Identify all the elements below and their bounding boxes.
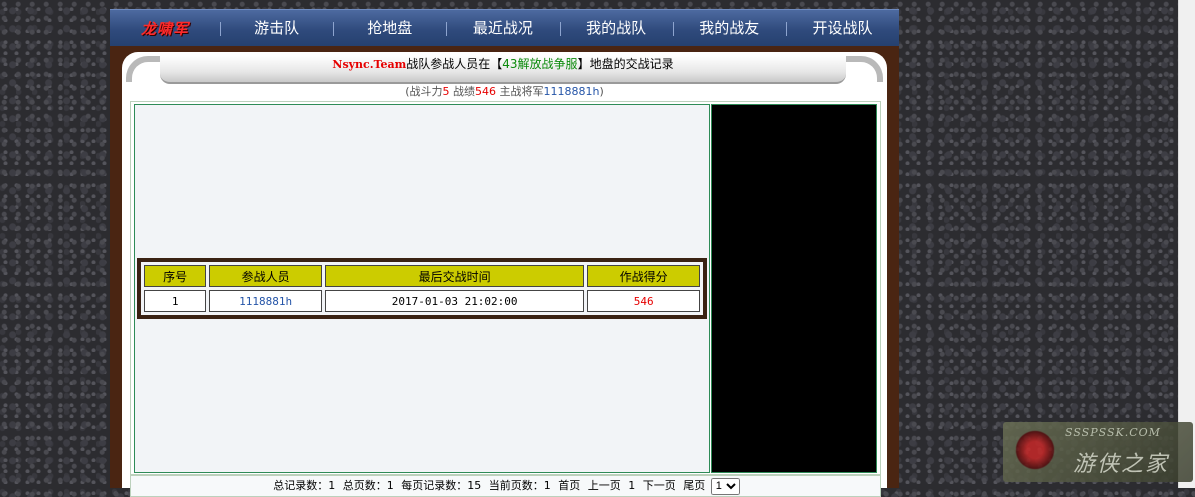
col-header-member: 参战人员 [209, 265, 322, 287]
cell-no: 1 [144, 290, 207, 312]
nav-item-my-comrades[interactable]: 我的战友 [672, 10, 786, 47]
table-header-row: 序号 参战人员 最后交战时间 作战得分 [144, 265, 700, 287]
team-name-link[interactable]: Nsync.Team [332, 58, 406, 71]
header-hook-left [126, 56, 164, 82]
server-name-link[interactable]: 43解放战争服 [502, 57, 577, 71]
total-pages: 总页数：1 [342, 479, 394, 492]
nav-item-create-team[interactable]: 开设战队 [785, 10, 899, 47]
cell-time: 2017-01-03 21:02:00 [324, 290, 585, 312]
watermark-domain: SSSPSSK.COM [1065, 426, 1161, 439]
stats-close: ) [599, 85, 604, 98]
record-value: 546 [475, 85, 497, 98]
current-page: 当前页数：1 [488, 479, 551, 492]
general-value[interactable]: 1118881h [544, 85, 600, 98]
power-value: 5 [442, 85, 450, 98]
cell-score: 546 [587, 290, 700, 312]
cell-member-link[interactable]: 1118881h [209, 290, 322, 312]
last-page-link[interactable]: 尾页 [683, 479, 705, 492]
next-page-link[interactable]: 下一页 [643, 479, 676, 492]
black-side-panel [711, 104, 877, 473]
nav-item-grab-territory[interactable]: 抢地盘 [333, 10, 446, 47]
watermark-logo-icon [1015, 430, 1055, 470]
site-logo[interactable]: 龙啸军 [110, 18, 220, 39]
col-header-score: 作战得分 [587, 265, 700, 287]
record-label: 战绩 [449, 85, 476, 98]
battle-records-table: 序号 参战人员 最后交战时间 作战得分 1 1118881h 2017-01-0… [137, 258, 707, 319]
total-records: 总记录数：1 [273, 479, 336, 492]
page-scrollbar[interactable] [1178, 0, 1195, 488]
header-hook-right [845, 56, 883, 82]
nav-item-my-team[interactable]: 我的战队 [559, 10, 673, 47]
power-label: (战斗力 [405, 85, 443, 98]
top-navigation: 龙啸军 游击队 抢地盘 最近战况 我的战队 我的战友 开设战队 [110, 9, 899, 48]
prev-page-link[interactable]: 上一页 [588, 479, 621, 492]
title-text-2: 】地盘的交战记录 [577, 57, 674, 71]
content-area: 序号 参战人员 最后交战时间 作战得分 1 1118881h 2017-01-0… [130, 101, 881, 475]
page-number: 1 [628, 479, 636, 492]
page-select[interactable]: 1 [710, 477, 740, 495]
main-panel: Nsync.Team战队参战人员在【43解放战争服】地盘的交战记录 (战斗力5 … [122, 52, 887, 497]
pagination-bar: 总记录数：1 总页数：1 每页记录数：15 当前页数：1 首页 上一页 1 下一… [130, 475, 881, 497]
page-title: Nsync.Team战队参战人员在【43解放战争服】地盘的交战记录 [160, 56, 846, 84]
first-page-link[interactable]: 首页 [558, 479, 580, 492]
records-pane: 序号 参战人员 最后交战时间 作战得分 1 1118881h 2017-01-0… [134, 104, 710, 473]
title-text-1: 战队参战人员在【 [406, 57, 503, 71]
nav-item-recent-battles[interactable]: 最近战况 [446, 10, 559, 47]
watermark-title: 游侠之家 [1073, 452, 1170, 477]
main-frame: Nsync.Team战队参战人员在【43解放战争服】地盘的交战记录 (战斗力5 … [110, 46, 899, 497]
nav-item-guerrilla[interactable]: 游击队 [220, 10, 333, 47]
col-header-no: 序号 [144, 265, 207, 287]
general-label: 主战将军 [496, 85, 544, 98]
per-page: 每页记录数：15 [401, 479, 482, 492]
col-header-time: 最后交战时间 [324, 265, 585, 287]
table-row: 1 1118881h 2017-01-03 21:02:00 546 [144, 290, 700, 312]
team-stats: (战斗力5 战绩546 主战将军1118881h) [122, 83, 887, 99]
site-watermark: SSSPSSK.COM 游侠之家 [1003, 422, 1193, 482]
